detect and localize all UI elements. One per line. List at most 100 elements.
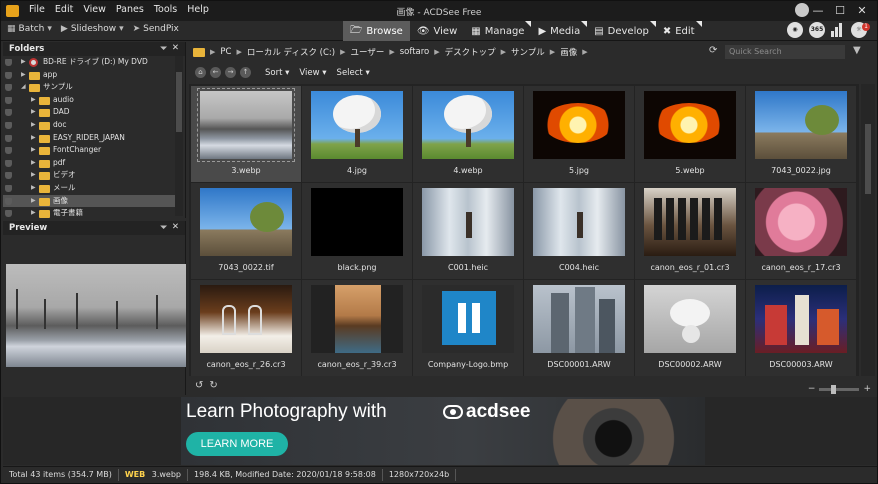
expanded-arrow-icon[interactable]: ◢ [21,81,26,94]
expand-arrow-icon[interactable]: ▶ [31,182,36,195]
breadcrumb-item[interactable]: 画像 [560,46,577,58]
thumbnail-item[interactable]: 7043_0022.tif [191,183,301,279]
thumbnail-item[interactable]: C001.heic [413,183,523,279]
expand-arrow-icon[interactable]: ▶ [21,56,26,69]
scrollbar-thumb[interactable] [865,124,871,194]
view-menu[interactable]: View ▾ [299,68,326,78]
mode-develop[interactable]: ▤ Develop [587,21,656,41]
thumbnail-item[interactable]: DSC00001.ARW [524,280,634,376]
mode-view[interactable]: 👁 View [410,21,464,41]
folder-tree-item[interactable]: ▶ 電子書籍 [3,207,175,218]
dashboard-icon[interactable]: ◉ [787,22,803,38]
thumbnail-item[interactable]: 5.jpg [524,86,634,182]
menu-panes[interactable]: Panes [116,4,144,15]
slider-track[interactable] [819,384,860,394]
zoom-out-icon[interactable]: − [808,384,816,394]
thumbnail-item[interactable]: 5.webp [635,86,745,182]
batch-button[interactable]: ▦ Batch ▾ [7,24,52,34]
expand-arrow-icon[interactable]: ▶ [31,207,36,218]
rotate-right-icon[interactable]: ↻ [209,380,217,391]
breadcrumb-separator-icon[interactable]: ▶ [582,48,587,56]
mode-media[interactable]: ▶ Media [531,21,588,41]
ad-banner[interactable]: Learn Photography with acdsee LEARN MORE [181,397,705,465]
folder-tree-item[interactable]: ◢ サンプル [3,81,175,94]
sendpix-button[interactable]: ➤ SendPix [133,24,179,34]
refresh-icon[interactable]: ⟳ [709,45,717,56]
maximize-button[interactable]: ☐ [829,2,851,19]
home-icon[interactable]: ⌂ [195,67,206,78]
thumbnail-item[interactable]: 7043_0022.jpg [746,86,856,182]
breadcrumb-separator-icon[interactable]: ▶ [434,48,439,56]
folder-tree-item[interactable]: ▶ pdf [3,157,175,170]
thumbnail-item[interactable]: black.png [302,183,412,279]
expand-arrow-icon[interactable]: ▶ [31,195,36,208]
menu-view[interactable]: View [83,4,106,15]
thumbnail-item[interactable]: 4.webp [413,86,523,182]
filter-icon[interactable]: ▼ [853,45,861,56]
folder-tree-item[interactable]: ▶ メール [3,182,175,195]
scrollbar-thumb[interactable] [176,72,182,132]
menu-help[interactable]: Help [187,4,209,15]
close-icon[interactable]: ✕ [172,43,179,53]
expand-arrow-icon[interactable]: ▶ [31,94,36,107]
expand-arrow-icon[interactable]: ▶ [31,169,36,182]
up-icon[interactable]: ↑ [240,67,251,78]
expand-arrow-icon[interactable]: ▶ [31,106,36,119]
mode-manage[interactable]: ▦ Manage [464,21,532,41]
folder-tree-item[interactable]: ▶ EASY_RIDER_JAPAN [3,132,175,145]
thumbnail-item[interactable]: canon_eos_r_39.cr3 [302,280,412,376]
expand-arrow-icon[interactable]: ▶ [31,157,36,170]
breadcrumb-separator-icon[interactable]: ▶ [210,48,215,56]
zoom-in-icon[interactable]: + [863,384,871,394]
breadcrumb-item[interactable]: ユーザー [350,46,384,58]
thumbnail-item[interactable]: C004.heic [524,183,634,279]
breadcrumb-separator-icon[interactable]: ▶ [236,48,241,56]
close-button[interactable]: ✕ [851,2,873,19]
menu-tools[interactable]: Tools [154,4,177,15]
folder-tree-item[interactable]: ▶ BD-RE ドライブ (D:) My DVD [3,56,175,69]
stats-icon[interactable] [831,23,845,37]
close-icon[interactable]: ✕ [172,222,179,232]
breadcrumb-item[interactable]: デスクトップ [445,46,496,58]
select-menu[interactable]: Select ▾ [337,68,370,78]
breadcrumb-separator-icon[interactable]: ▶ [340,48,345,56]
expand-arrow-icon[interactable]: ▶ [31,132,36,145]
slideshow-button[interactable]: ▶ Slideshow ▾ [61,24,124,34]
notifications-button[interactable]: ☼ 1 [851,22,870,38]
folder-tree-item[interactable]: ▶ doc [3,119,175,132]
file-list-scrollbar[interactable] [861,84,875,376]
menu-file[interactable]: File [29,4,45,15]
thumbnail-item[interactable]: canon_eos_r_01.cr3 [635,183,745,279]
thumbnail-item[interactable]: Company-Logo.bmp [413,280,523,376]
quick-search-input[interactable]: Quick Search [725,45,845,59]
rotate-left-icon[interactable]: ↺ [195,380,203,391]
folder-tree-item[interactable]: ▶ audio [3,94,175,107]
expand-arrow-icon[interactable]: ▶ [31,119,36,132]
pin-icon[interactable]: ⏷ [160,223,167,233]
forward-icon[interactable]: → [225,67,236,78]
breadcrumb-item[interactable]: サンプル [511,46,545,58]
mode-edit[interactable]: ✖ Edit [656,21,702,41]
folder-tree-item[interactable]: ▶ app [3,69,175,82]
thumbnail-item[interactable]: DSC00002.ARW [635,280,745,376]
folder-tree-item[interactable]: ▶ FontChanger [3,144,175,157]
breadcrumb-item[interactable]: ローカル ディスク (C:) [247,46,335,58]
mode-browse[interactable]: 🗁 Browse [343,21,410,41]
folder-tree-item[interactable]: ▶ 画像 [3,194,175,208]
folder-tree-scrollbar[interactable] [175,56,183,216]
breadcrumb-separator-icon[interactable]: ▶ [550,48,555,56]
minimize-button[interactable]: — [807,2,829,19]
pin-icon[interactable]: ⏷ [160,44,167,54]
thumbnail-size-slider[interactable]: − + [808,384,871,394]
menu-edit[interactable]: Edit [55,4,73,15]
expand-arrow-icon[interactable]: ▶ [21,69,26,82]
folder-tree-item[interactable]: ▶ DAD [3,106,175,119]
breadcrumb-item[interactable]: softaro [400,47,430,57]
slider-knob[interactable] [831,384,837,394]
sort-menu[interactable]: Sort ▾ [265,68,289,78]
expand-arrow-icon[interactable]: ▶ [31,144,36,157]
learn-more-button[interactable]: LEARN MORE [186,432,288,456]
thumbnail-item[interactable]: DSC00003.ARW [746,280,856,376]
back-icon[interactable]: ← [210,67,221,78]
breadcrumb-item[interactable]: PC [220,47,231,57]
